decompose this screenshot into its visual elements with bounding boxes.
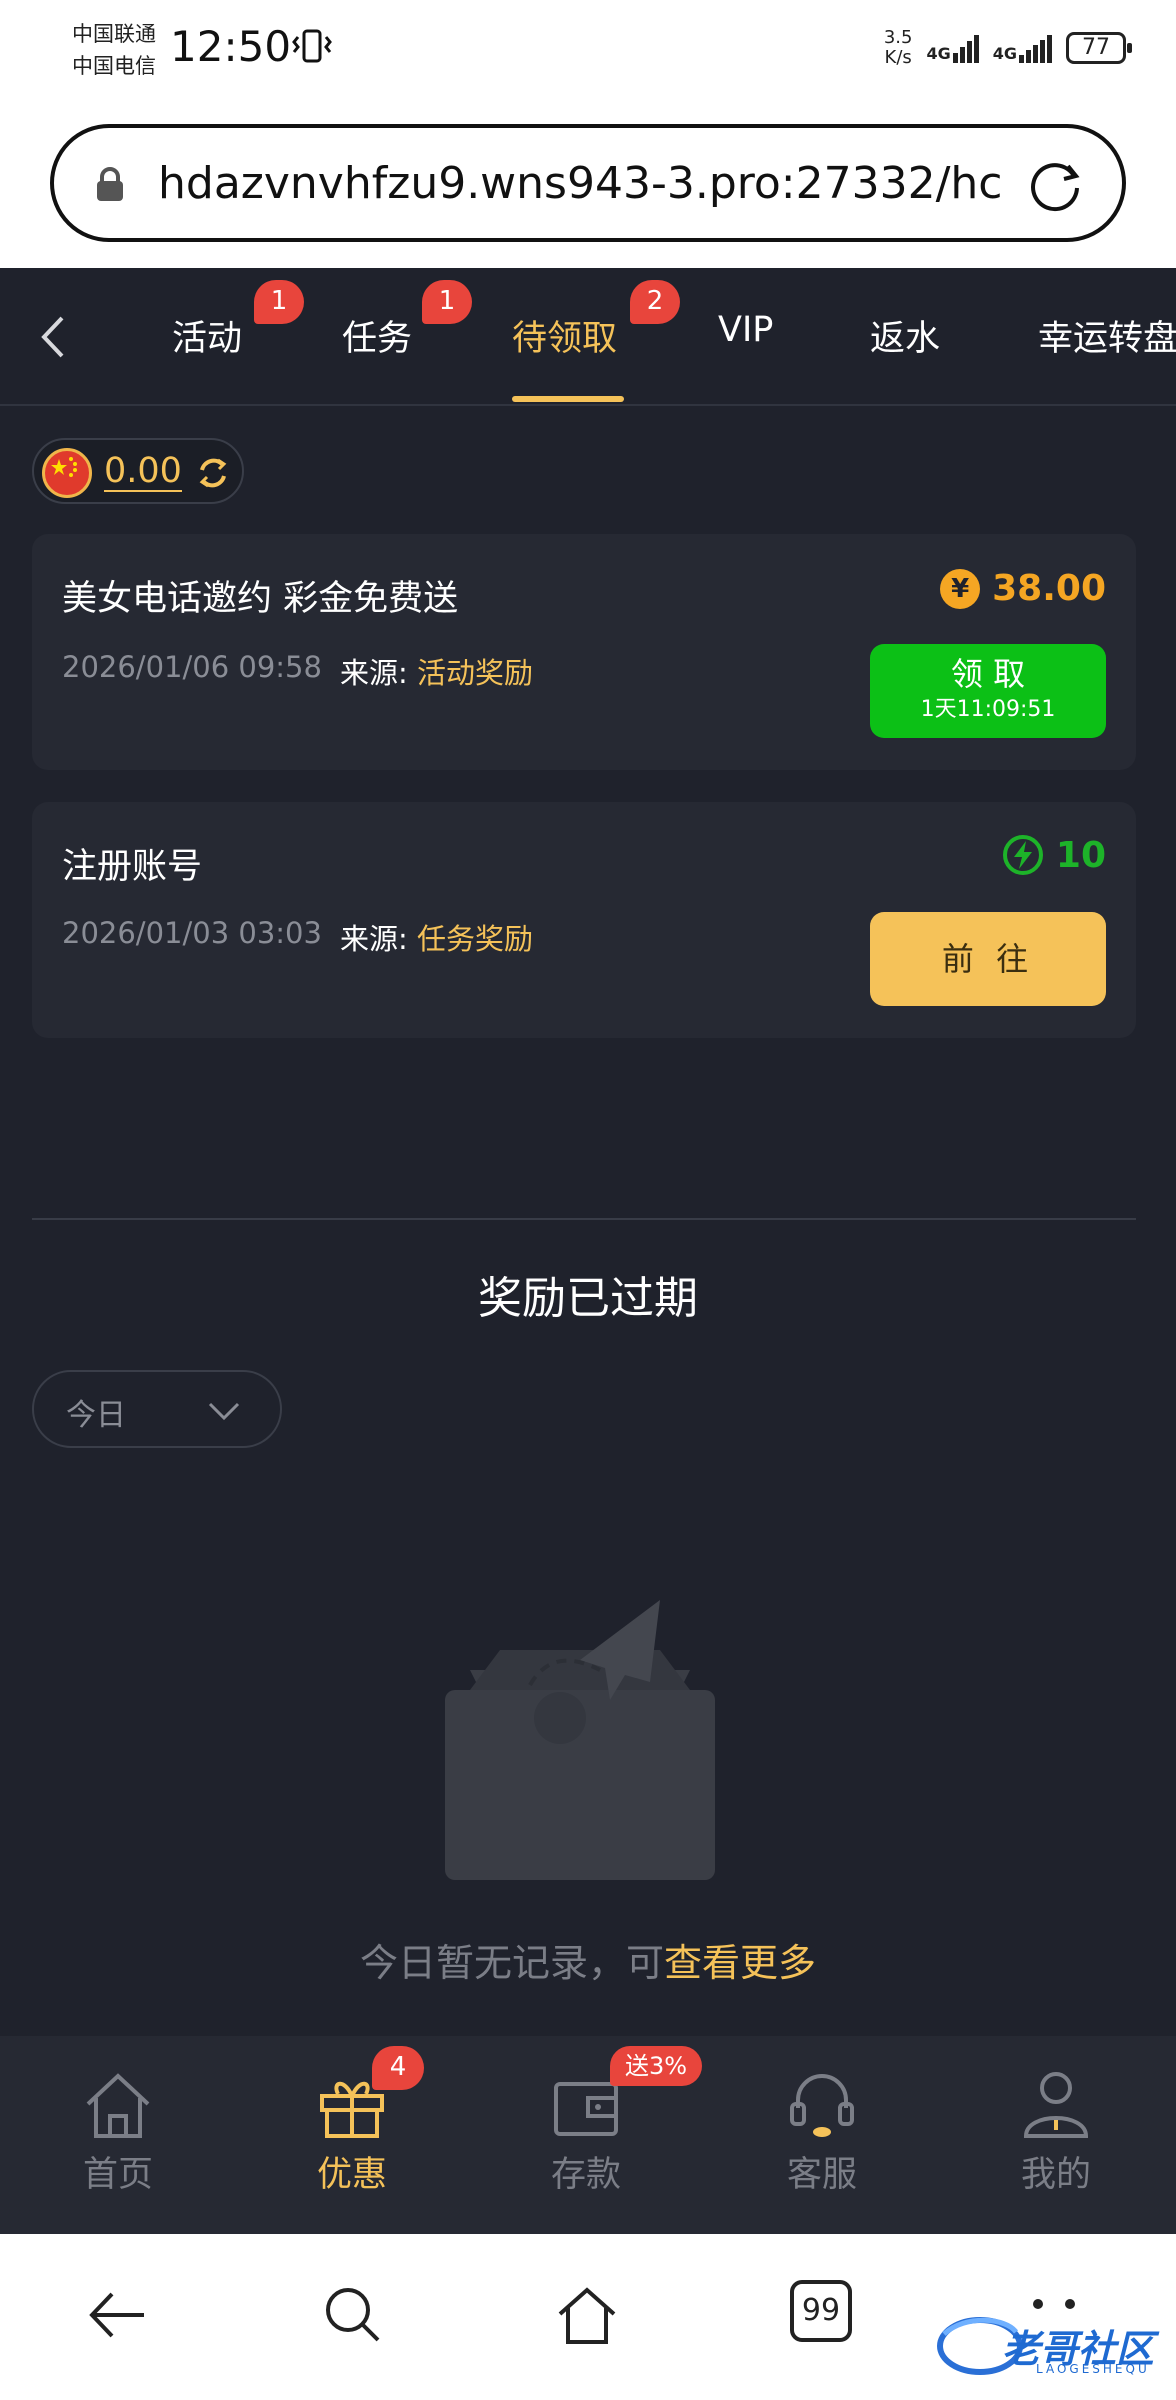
balance-pill: 0.00 — [32, 438, 244, 504]
empty-message: 今日暂无记录，可 — [359, 1941, 664, 1985]
reward-date: 2026/01/06 09:58 — [62, 650, 322, 684]
watermark-logo: 老哥社区 LAOGESHEQU — [936, 2312, 1162, 2382]
source-value: 活动奖励 — [417, 656, 534, 690]
reward-title: 美女电话邀约 彩金免费送 — [62, 579, 459, 619]
system-nav-bar: 99 老哥社区 LAOGESHEQU — [0, 2234, 1176, 2400]
status-bar: 中国联通 中国电信 12:50 3.5 K/s 4G 4G 77 — [0, 0, 1176, 100]
net-speed-value: 3.5 — [883, 27, 913, 48]
carrier-1: 中国联通 — [72, 22, 156, 46]
china-flag-icon — [42, 448, 92, 498]
source-label: 来源: — [340, 922, 408, 956]
section-divider — [32, 1218, 1136, 1220]
tab-pending[interactable]: 待领取 — [512, 310, 617, 361]
tab-lucky-wheel[interactable]: 幸运转盘 — [1038, 310, 1176, 361]
signal-bars-icon — [952, 33, 979, 63]
tab-tasks[interactable]: 任务 — [342, 310, 412, 361]
reward-card: 注册账号 2026/01/03 03:03 来源: 任务奖励 10 前 往 — [32, 802, 1136, 1038]
expired-section-title: 奖励已过期 — [478, 1273, 698, 1324]
nav-deposit[interactable]: 存款 — [506, 2068, 666, 2197]
tab-label: 任务 — [342, 319, 413, 359]
tabs-count: 99 — [790, 2280, 852, 2342]
nav-label: 优惠 — [316, 2155, 387, 2195]
claim-button[interactable]: 领 取 1天11:09:51 — [870, 644, 1106, 738]
vibrate-icon — [290, 28, 334, 72]
tabs-button[interactable]: 99 — [790, 2280, 860, 2350]
source-label: 来源: — [340, 656, 408, 690]
nav-home[interactable]: 首页 — [38, 2068, 198, 2197]
tab-label: 活动 — [172, 319, 243, 359]
browser-toolbar: hdazvnvhfzu9.wns943-3.pro:27332/hc — [0, 100, 1176, 268]
date-filter-select[interactable]: 今日 — [32, 1370, 282, 1448]
nav-label: 我的 — [1020, 2155, 1091, 2195]
address-bar[interactable]: hdazvnvhfzu9.wns943-3.pro:27332/hc — [50, 124, 1126, 242]
reward-amount: ¥ 38.00 — [940, 568, 1106, 609]
reward-card: 美女电话邀约 彩金免费送 2026/01/06 09:58 来源: 活动奖励 ¥… — [32, 534, 1136, 770]
more-icon[interactable] — [1024, 2294, 1084, 2314]
empty-box-illustration — [445, 1600, 715, 1880]
back-icon[interactable] — [82, 2280, 152, 2350]
tab-vip[interactable]: VIP — [718, 310, 773, 350]
lock-icon — [97, 167, 123, 201]
nav-label: 存款 — [550, 2155, 621, 2195]
reward-date: 2026/01/03 03:03 — [62, 916, 322, 950]
home-icon — [86, 2073, 150, 2138]
carrier-info: 中国联通 中国电信 — [72, 18, 156, 82]
signal-1: 4G — [926, 33, 979, 63]
tab-rebate[interactable]: 返水 — [870, 310, 940, 361]
net-speed: 3.5 K/s — [884, 28, 913, 68]
reload-icon[interactable] — [1024, 154, 1086, 216]
battery-icon: 77 — [1066, 32, 1132, 64]
carrier-2: 中国电信 — [72, 54, 156, 78]
nav-label: 客服 — [786, 2155, 857, 2195]
nav-support[interactable]: 客服 — [742, 2068, 902, 2197]
tab-label: VIP — [718, 310, 774, 350]
go-button[interactable]: 前 往 — [870, 912, 1106, 1006]
signal-bars-icon — [1019, 33, 1052, 63]
refresh-icon[interactable] — [194, 454, 232, 492]
tab-label: 返水 — [870, 319, 941, 359]
tab-label: 幸运转盘 — [1038, 319, 1176, 359]
tab-label: 待领取 — [512, 319, 618, 359]
tab-badge: 1 — [254, 280, 304, 324]
signal-2: 4G — [993, 33, 1052, 63]
date-filter-value: 今日 — [66, 1398, 126, 1433]
network-type-1: 4G — [926, 44, 951, 63]
source-value: 任务奖励 — [417, 922, 534, 956]
reward-source: 来源: 任务奖励 — [340, 916, 533, 958]
status-right: 3.5 K/s 4G 4G 77 — [884, 28, 1132, 68]
lightning-icon — [1002, 835, 1043, 875]
nav-badge: 4 — [372, 2046, 424, 2090]
reward-title: 注册账号 — [62, 847, 203, 887]
tab-activity[interactable]: 活动 — [172, 310, 242, 361]
home-icon[interactable] — [552, 2280, 622, 2350]
amount-value: 10 — [1055, 834, 1106, 876]
tab-badge: 2 — [630, 280, 680, 324]
headset-icon — [790, 2074, 854, 2137]
search-icon[interactable] — [318, 2280, 388, 2350]
net-speed-unit: K/s — [884, 47, 912, 68]
active-tab-indicator — [512, 396, 624, 402]
reward-amount: 10 — [1002, 834, 1106, 876]
url-text[interactable]: hdazvnvhfzu9.wns943-3.pro:27332/hc — [158, 158, 1038, 209]
category-tabs: 活动 1 任务 1 待领取 2 VIP 返水 幸运转盘 — [0, 268, 1176, 406]
network-type-2: 4G — [992, 44, 1017, 63]
yen-coin-icon: ¥ — [940, 568, 981, 609]
claim-countdown: 1天11:09:51 — [920, 697, 1056, 722]
nav-badge: 送3% — [610, 2046, 702, 2086]
back-arrow-icon[interactable] — [34, 314, 74, 360]
watermark-subtext: LAOGESHEQU — [1036, 2362, 1150, 2376]
reward-source: 来源: 活动奖励 — [340, 650, 533, 692]
balance-value: 0.00 — [104, 451, 182, 492]
tab-badge: 1 — [422, 280, 472, 324]
user-icon — [1023, 2072, 1089, 2138]
status-time: 12:50 — [170, 22, 292, 71]
nav-label: 首页 — [82, 2155, 153, 2195]
view-more-link[interactable]: 查看更多 — [664, 1941, 816, 1985]
empty-state-text: 今日暂无记录，可查看更多 — [0, 1932, 1176, 1987]
bottom-nav: 首页 优惠 4 存款 送3% 客服 我的 — [0, 2036, 1176, 2234]
chevron-down-icon — [208, 1402, 240, 1421]
nav-profile[interactable]: 我的 — [976, 2068, 1136, 2197]
claim-label: 领 取 — [950, 655, 1026, 693]
amount-value: 38.00 — [992, 568, 1106, 609]
